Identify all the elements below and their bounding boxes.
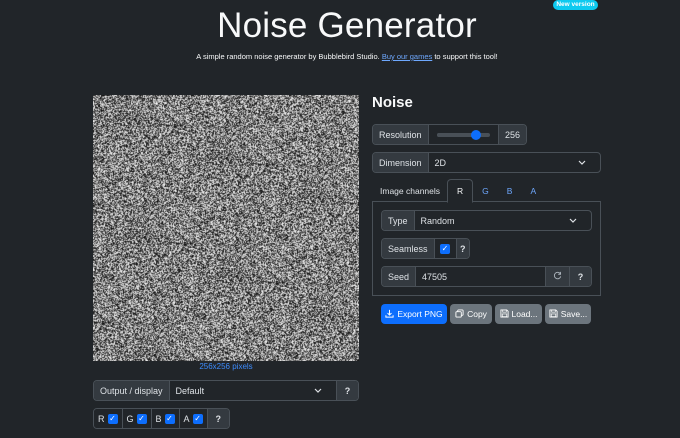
tabs-label: Image channels [380,185,441,196]
output-display-group: Output / display Default ? [93,380,359,401]
output-display-label: Output / display [94,381,170,400]
chevron-down-icon [578,158,594,168]
channel-label-a: A [183,413,190,424]
output-display-select[interactable]: Default [170,381,336,400]
type-label: Type [382,211,415,230]
tab-r[interactable]: R [447,179,474,203]
buy-games-link[interactable]: Buy our games [382,52,432,61]
channel-toggle-r[interactable]: R ✓ [94,409,123,428]
dimension-value: 2D [434,157,447,168]
output-help-button[interactable]: ? [336,381,358,400]
channel-toggle-b[interactable]: B ✓ [151,409,180,428]
export-png-label: Export PNG [397,309,443,319]
page-title: Noise Generator [217,6,477,45]
preview-dimensions-label: 256x256 pixels [199,362,253,371]
check-icon: ✓ [192,413,203,424]
seamless-group: Seamless ✓ ? [381,238,470,259]
channel-label-b: B [155,413,162,424]
tab-a[interactable]: A [521,179,545,202]
refresh-icon [553,271,562,282]
resolution-value: 256 [497,125,526,144]
check-icon: ✓ [136,413,147,424]
chevron-down-icon [569,216,585,226]
tab-g[interactable]: G [473,179,498,202]
check-icon: ✓ [440,243,451,254]
image-channels-tabs: Image channels R G B A [372,179,601,203]
dimension-group: Dimension 2D [372,152,601,173]
floppy-disk-icon [499,308,509,320]
subtitle-text-end: to support this tool! [432,52,498,61]
seamless-checkbox[interactable]: ✓ [435,239,457,258]
output-display-value: Default [175,385,205,396]
seed-input[interactable]: 47505 [416,267,545,286]
type-select[interactable]: Random [415,211,591,230]
copy-button[interactable]: Copy [450,304,492,324]
channel-toggle-a[interactable]: A ✓ [179,409,208,428]
dimension-label: Dimension [373,153,429,172]
tab-b[interactable]: B [498,179,522,202]
export-png-button[interactable]: Export PNG [381,304,447,324]
channels-help-button[interactable]: ? [207,409,229,428]
seamless-label: Seamless [382,239,435,258]
resolution-group: Resolution 256 [372,124,527,145]
check-icon: ✓ [107,413,118,424]
slider-track [436,129,490,140]
save-button[interactable]: Save... [545,304,591,324]
randomize-seed-button[interactable] [545,267,569,286]
resolution-label: Resolution [373,125,429,144]
slider-fill [436,132,476,137]
page-subtitle: A simple random noise generator by Bubbl… [0,52,680,61]
slider-thumb[interactable] [470,129,481,140]
dimension-select[interactable]: 2D [429,153,600,172]
type-value: Random [420,215,455,226]
subtitle-text: A simple random noise generator by Bubbl… [196,52,382,61]
channel-label-r: R [98,413,105,424]
channel-checkboxes-group: R ✓ G ✓ B ✓ A ✓ ? [93,408,230,429]
chevron-down-icon [314,386,330,396]
load-button[interactable]: Load... [495,304,542,324]
seed-help-button[interactable]: ? [569,267,591,286]
download-icon [385,309,394,320]
resolution-slider[interactable] [429,125,498,144]
seamless-help-button[interactable]: ? [456,239,469,258]
seed-group: Seed 47505 ? [381,266,592,287]
panel-title: Noise [372,94,413,111]
seed-label: Seed [382,267,417,286]
seed-value: 47505 [422,271,448,282]
load-label: Load... [511,309,538,319]
copy-icon [455,308,464,320]
channel-toggle-g[interactable]: G ✓ [122,409,152,428]
copy-label: Copy [467,309,487,319]
floppy-disk-icon [549,308,558,320]
channel-label-g: G [126,413,134,424]
noise-preview-image [93,95,359,361]
type-group: Type Random [381,210,592,231]
check-icon: ✓ [164,413,175,424]
save-label: Save... [560,309,588,319]
